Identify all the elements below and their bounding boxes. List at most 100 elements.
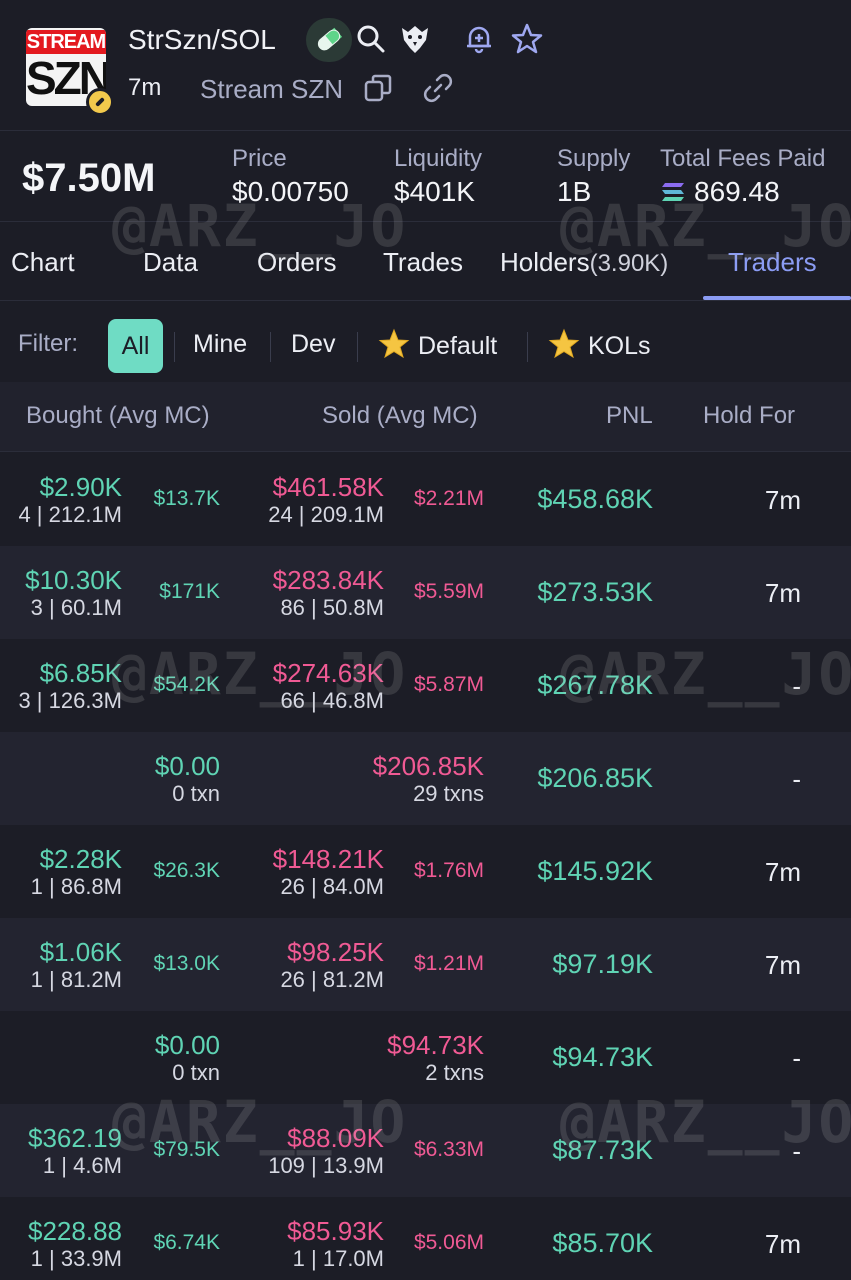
table-row[interactable]: $1.06K 1 | 81.2M $13.0K $98.25K 26 | 81.2M $1… <box>0 918 851 1011</box>
tab-holders[interactable]: Holders(3.90K) <box>500 245 668 281</box>
filter-mine-button[interactable]: Mine <box>193 328 247 360</box>
market-cap: $7.50M <box>22 156 156 200</box>
liquidity-value: $401K <box>394 176 475 207</box>
filter-dev-button[interactable]: Dev <box>291 328 335 360</box>
bought-detail: 3 | 126.3M <box>18 688 122 713</box>
tab-data[interactable]: Data <box>143 245 198 279</box>
bought-avg-mc: $26.3K <box>153 859 220 882</box>
filter-kols-label: KOLs <box>588 332 651 360</box>
star-icon <box>378 328 410 359</box>
table-row[interactable]: $0.00 0 txn $206.85K 29 txns $206.85K - <box>0 732 851 825</box>
tab-chart[interactable]: Chart <box>11 245 75 279</box>
table-row[interactable]: $2.28K 1 | 86.8M $26.3K $148.21K 26 | 84.0M $… <box>0 825 851 918</box>
star-icon[interactable] <box>510 22 544 56</box>
liquidity-label: Liquidity <box>394 145 483 172</box>
table-row[interactable]: $228.88 1 | 33.9M $6.74K $85.93K 1 | 17.0M $5… <box>0 1197 851 1280</box>
bought-avg-mc: $13.0K <box>153 952 220 975</box>
bought-detail: 0 txn <box>172 781 220 806</box>
bought-amount: $228.88 <box>28 1216 122 1246</box>
sold-detail: 1 | 17.0M <box>292 1246 384 1271</box>
pnl-value: $458.68K <box>537 484 653 514</box>
bought-amount: $362.19 <box>28 1123 122 1153</box>
col-bought[interactable]: Bought (Avg MC) <box>26 402 210 430</box>
price-label: Price <box>232 145 287 172</box>
fees-label: Total Fees Paid <box>660 145 826 172</box>
filter-divider <box>270 332 271 362</box>
sold-detail: 29 txns <box>413 781 484 806</box>
tab-holders-count: (3.90K) <box>589 250 669 277</box>
col-pnl[interactable]: PNL <box>606 402 653 430</box>
pill-icon[interactable] <box>306 18 352 62</box>
sold-detail: 109 | 13.9M <box>268 1153 384 1178</box>
pnl-value: $87.73K <box>552 1135 653 1165</box>
sold-detail: 24 | 209.1M <box>268 502 384 527</box>
filter-divider <box>357 332 358 362</box>
bought-avg-mc: $171K <box>159 580 220 603</box>
pnl-value: $85.70K <box>552 1228 653 1258</box>
pnl-value: $206.85K <box>537 763 653 793</box>
sold-amount: $461.58K <box>272 472 384 502</box>
pnl-value: $94.73K <box>552 1042 653 1072</box>
filter-bar: Filter: All Mine Dev Default KOLs <box>0 302 851 382</box>
price-value: $0.00750 <box>232 176 349 207</box>
sold-amount: $274.63K <box>272 658 384 688</box>
tab-traders[interactable]: Traders <box>728 245 817 279</box>
section-tabs: Chart Data Orders Trades Holders(3.90K) … <box>0 223 851 301</box>
bought-detail: 1 | 81.2M <box>30 967 122 992</box>
hold-duration: 7m <box>764 1229 801 1259</box>
filter-divider <box>527 332 528 362</box>
fees-value: 869.48 <box>694 176 780 207</box>
filter-kols-button[interactable]: KOLs <box>548 328 651 362</box>
eagle-icon[interactable] <box>398 22 432 56</box>
col-sold[interactable]: Sold (Avg MC) <box>322 402 478 430</box>
filter-default-button[interactable]: Default <box>378 328 497 362</box>
sold-amount: $206.85K <box>372 751 484 781</box>
sold-amount: $94.73K <box>387 1030 484 1060</box>
bought-amount: $2.90K <box>39 472 122 502</box>
sold-avg-mc: $5.59M <box>413 580 484 603</box>
active-tab-indicator <box>703 296 851 300</box>
bought-detail: 3 | 60.1M <box>30 595 122 620</box>
table-row[interactable]: $0.00 0 txn $94.73K 2 txns $94.73K - <box>0 1011 851 1104</box>
bought-amount: $10.30K <box>25 565 122 595</box>
star-icon <box>548 328 580 359</box>
filter-divider <box>174 332 175 362</box>
pump-badge-icon <box>86 88 114 116</box>
bought-amount: $6.85K <box>39 658 122 688</box>
tab-trades[interactable]: Trades <box>383 245 463 279</box>
sold-avg-mc: $2.21M <box>413 487 484 510</box>
sold-detail: 26 | 81.2M <box>280 967 384 992</box>
bought-avg-mc: $6.74K <box>153 1231 220 1254</box>
supply-value: 1B <box>557 176 592 207</box>
bought-amount: $0.00 <box>154 751 220 781</box>
copy-icon[interactable] <box>362 72 394 104</box>
bell-plus-icon[interactable] <box>462 22 496 56</box>
hold-duration: - <box>792 1136 801 1166</box>
bought-detail: 4 | 212.1M <box>18 502 122 527</box>
liquidity-stat: Liquidity $401K <box>394 144 482 210</box>
supply-label: Supply <box>557 145 631 172</box>
logo-top-text: STREAM <box>26 30 106 54</box>
fees-stat: Total Fees Paid 869.48 <box>660 144 825 210</box>
hold-duration: 7m <box>764 485 801 515</box>
table-row[interactable]: $6.85K 3 | 126.3M $54.2K $274.63K 66 | 46.8M… <box>0 639 851 732</box>
search-icon[interactable] <box>354 22 388 56</box>
tab-orders[interactable]: Orders <box>257 245 336 279</box>
link-icon[interactable] <box>422 72 454 104</box>
token-name: Stream SZN <box>200 74 344 104</box>
table-row[interactable]: $10.30K 3 | 60.1M $171K $283.84K 86 | 50.8M $… <box>0 546 851 639</box>
sold-detail: 2 txns <box>425 1060 484 1085</box>
table-row[interactable]: $2.90K 4 | 212.1M $13.7K $461.58K 24 | 209.1… <box>0 453 851 546</box>
bought-avg-mc: $13.7K <box>153 487 220 510</box>
col-hold-for[interactable]: Hold For <box>703 402 795 430</box>
bought-avg-mc: $79.5K <box>153 1138 220 1161</box>
filter-all-button[interactable]: All <box>108 319 163 373</box>
bought-avg-mc: $54.2K <box>153 673 220 696</box>
sold-amount: $148.21K <box>272 844 384 874</box>
sold-amount: $283.84K <box>272 565 384 595</box>
bought-detail: 1 | 33.9M <box>30 1246 122 1271</box>
hold-duration: - <box>792 671 801 701</box>
pnl-value: $97.19K <box>552 949 653 979</box>
table-row[interactable]: $362.19 1 | 4.6M $79.5K $88.09K 109 | 13.9M $… <box>0 1104 851 1197</box>
fees-value-wrap: 869.48 <box>660 174 825 210</box>
